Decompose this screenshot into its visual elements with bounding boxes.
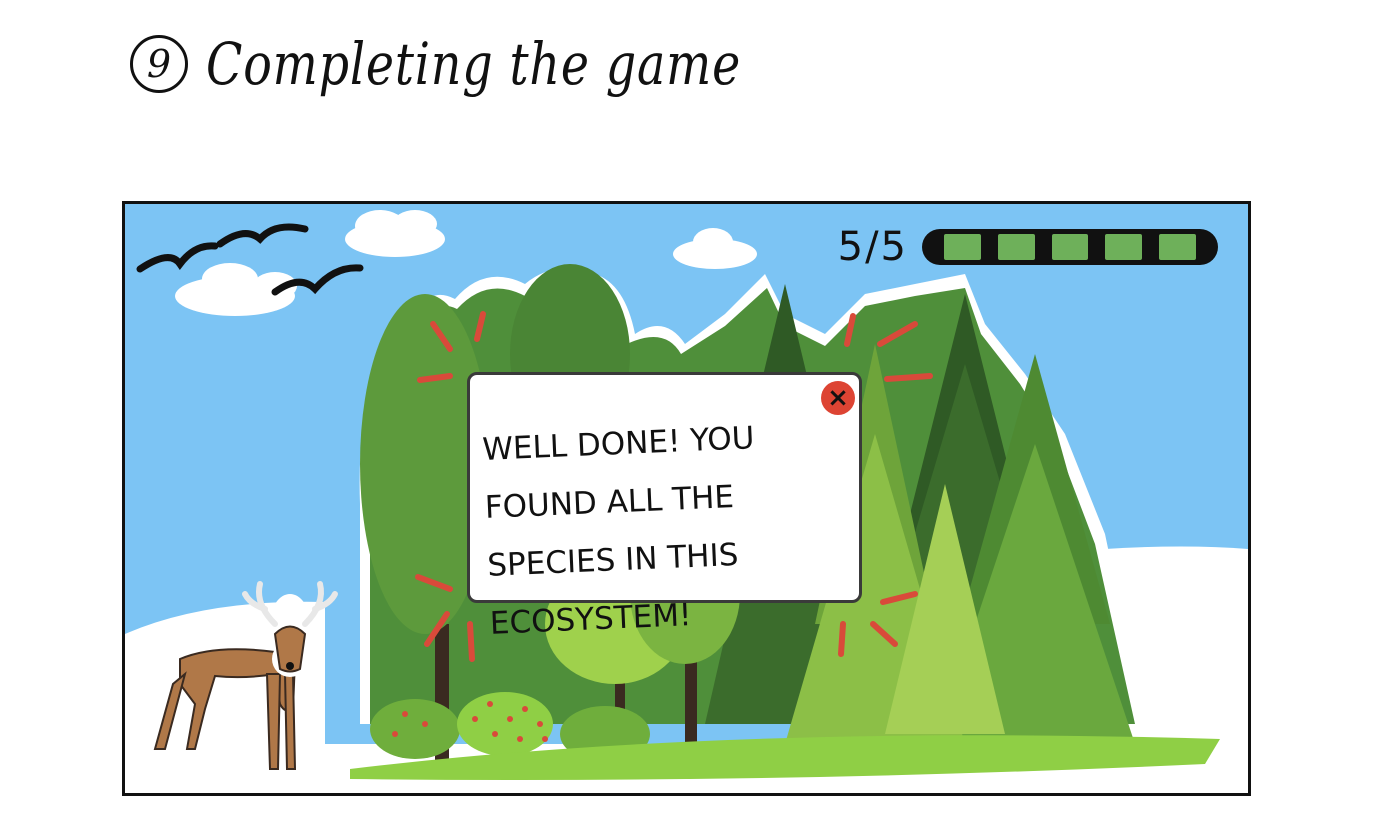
step-title: Completing the game	[206, 30, 742, 98]
species-progress-bar	[922, 229, 1218, 265]
progress-segment	[1105, 234, 1143, 260]
score-hud: 5/5	[838, 224, 1218, 270]
progress-segment	[997, 234, 1035, 260]
progress-segment	[1159, 234, 1196, 260]
score-counter: 5/5	[837, 224, 908, 270]
completion-message: WELL DONE! YOU FOUND ALL THE SPECIES IN …	[481, 420, 756, 642]
step-heading: 9 Completing the game	[130, 30, 859, 98]
game-screen: 5/5 × WELL DONE! YOU FOUND ALL THE SPECI…	[122, 201, 1251, 796]
cloud	[345, 210, 445, 257]
progress-segment	[944, 234, 981, 260]
progress-segment	[1051, 234, 1089, 260]
completion-dialog: × WELL DONE! YOU FOUND ALL THE SPECIES I…	[467, 372, 862, 642]
step-number-badge: 9	[130, 35, 188, 93]
